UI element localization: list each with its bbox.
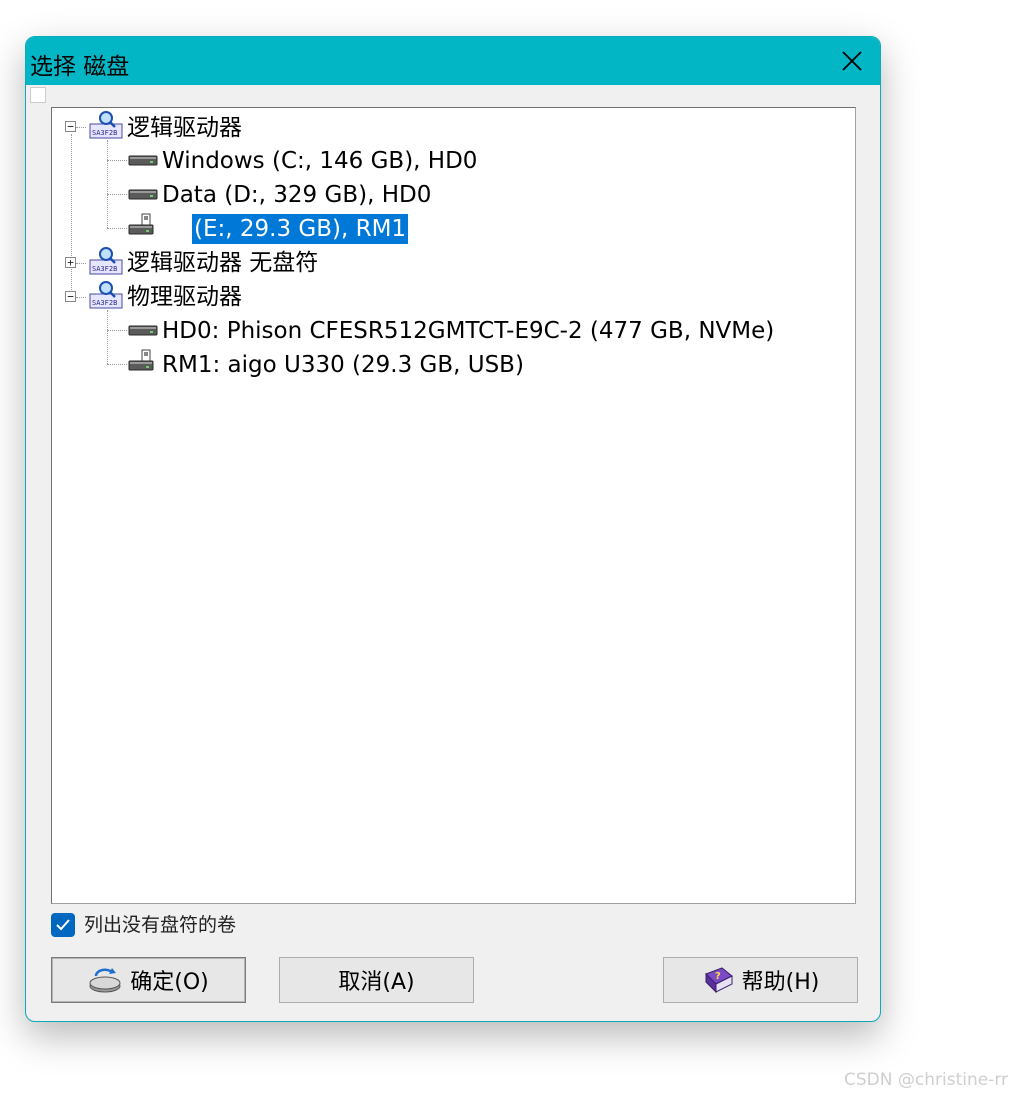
tree-line [107,140,108,228]
list-volumes-checkbox[interactable] [51,913,75,937]
removable-drive-icon [128,348,158,379]
tree-line [107,194,127,195]
collapse-toggle[interactable]: − [65,121,76,132]
svg-text:?: ? [715,971,721,982]
expand-toggle[interactable]: + [65,257,76,268]
title-bar[interactable]: 选择 磁盘 [26,37,880,85]
drive-search-icon: SA3F2B [89,280,123,315]
cancel-button[interactable]: 取消(A) [279,957,474,1003]
hard-drive-icon [128,186,158,207]
drive-search-icon: SA3F2B [89,110,123,145]
tree-line [107,310,108,364]
tree-line [107,364,127,365]
svg-text:SA3F2B: SA3F2B [92,299,117,307]
close-icon [842,51,862,71]
watermark: CSDN @christine-rr [844,1070,1008,1090]
tree-line [76,263,86,264]
tree-line [76,297,86,298]
help-book-icon: ? [702,966,734,994]
disk-tree[interactable]: − SA3F2B 逻辑驱动器 Windows (C:, 146 GB), HD0 [51,107,856,904]
svg-text:SA3F2B: SA3F2B [92,265,117,273]
hard-drive-icon [128,322,158,343]
hard-drive-icon [128,152,158,173]
disk-sync-icon [88,966,122,994]
tree-line [107,160,127,161]
collapse-toggle[interactable]: − [65,291,76,302]
cancel-button-label: 取消(A) [338,970,415,995]
tree-node-drive-c[interactable]: Windows (C:, 146 GB), HD0 [160,146,479,176]
dialog-title: 选择 磁盘 [30,54,130,80]
tree-node-physical-drives[interactable]: 物理驱动器 [125,282,244,312]
list-volumes-label[interactable]: 列出没有盘符的卷 [84,913,236,937]
tree-line [71,134,72,298]
removable-drive-icon [128,212,158,243]
resize-corner [30,87,46,103]
checkmark-icon [56,919,70,931]
tree-node-drive-d[interactable]: Data (D:, 329 GB), HD0 [160,180,433,210]
tree-node-drive-e[interactable]: (E:, 29.3 GB), RM1 [192,214,409,244]
drive-search-icon: SA3F2B [89,246,123,281]
tree-node-rm1[interactable]: RM1: aigo U330 (29.3 GB, USB) [160,350,526,380]
ok-button-label: 确定(O) [130,970,209,995]
tree-line [107,228,127,229]
tree-line [107,330,127,331]
tree-node-hd0[interactable]: HD0: Phison CFESR512GMTCT-E9C-2 (477 GB,… [160,316,776,346]
close-button[interactable] [832,41,872,81]
svg-text:SA3F2B: SA3F2B [92,129,117,137]
tree-node-logical-drives[interactable]: 逻辑驱动器 [125,113,244,143]
select-disk-dialog: 选择 磁盘 − SA3F2B 逻辑驱动器 Windows (C:, 146 GB… [25,36,881,1022]
tree-node-logical-no-letter[interactable]: 逻辑驱动器 无盘符 [125,248,320,278]
help-button-label: 帮助(H) [741,970,820,995]
ok-button[interactable]: 确定(O) [51,957,246,1003]
tree-line [76,127,86,128]
help-button[interactable]: ? 帮助(H) [663,957,858,1003]
